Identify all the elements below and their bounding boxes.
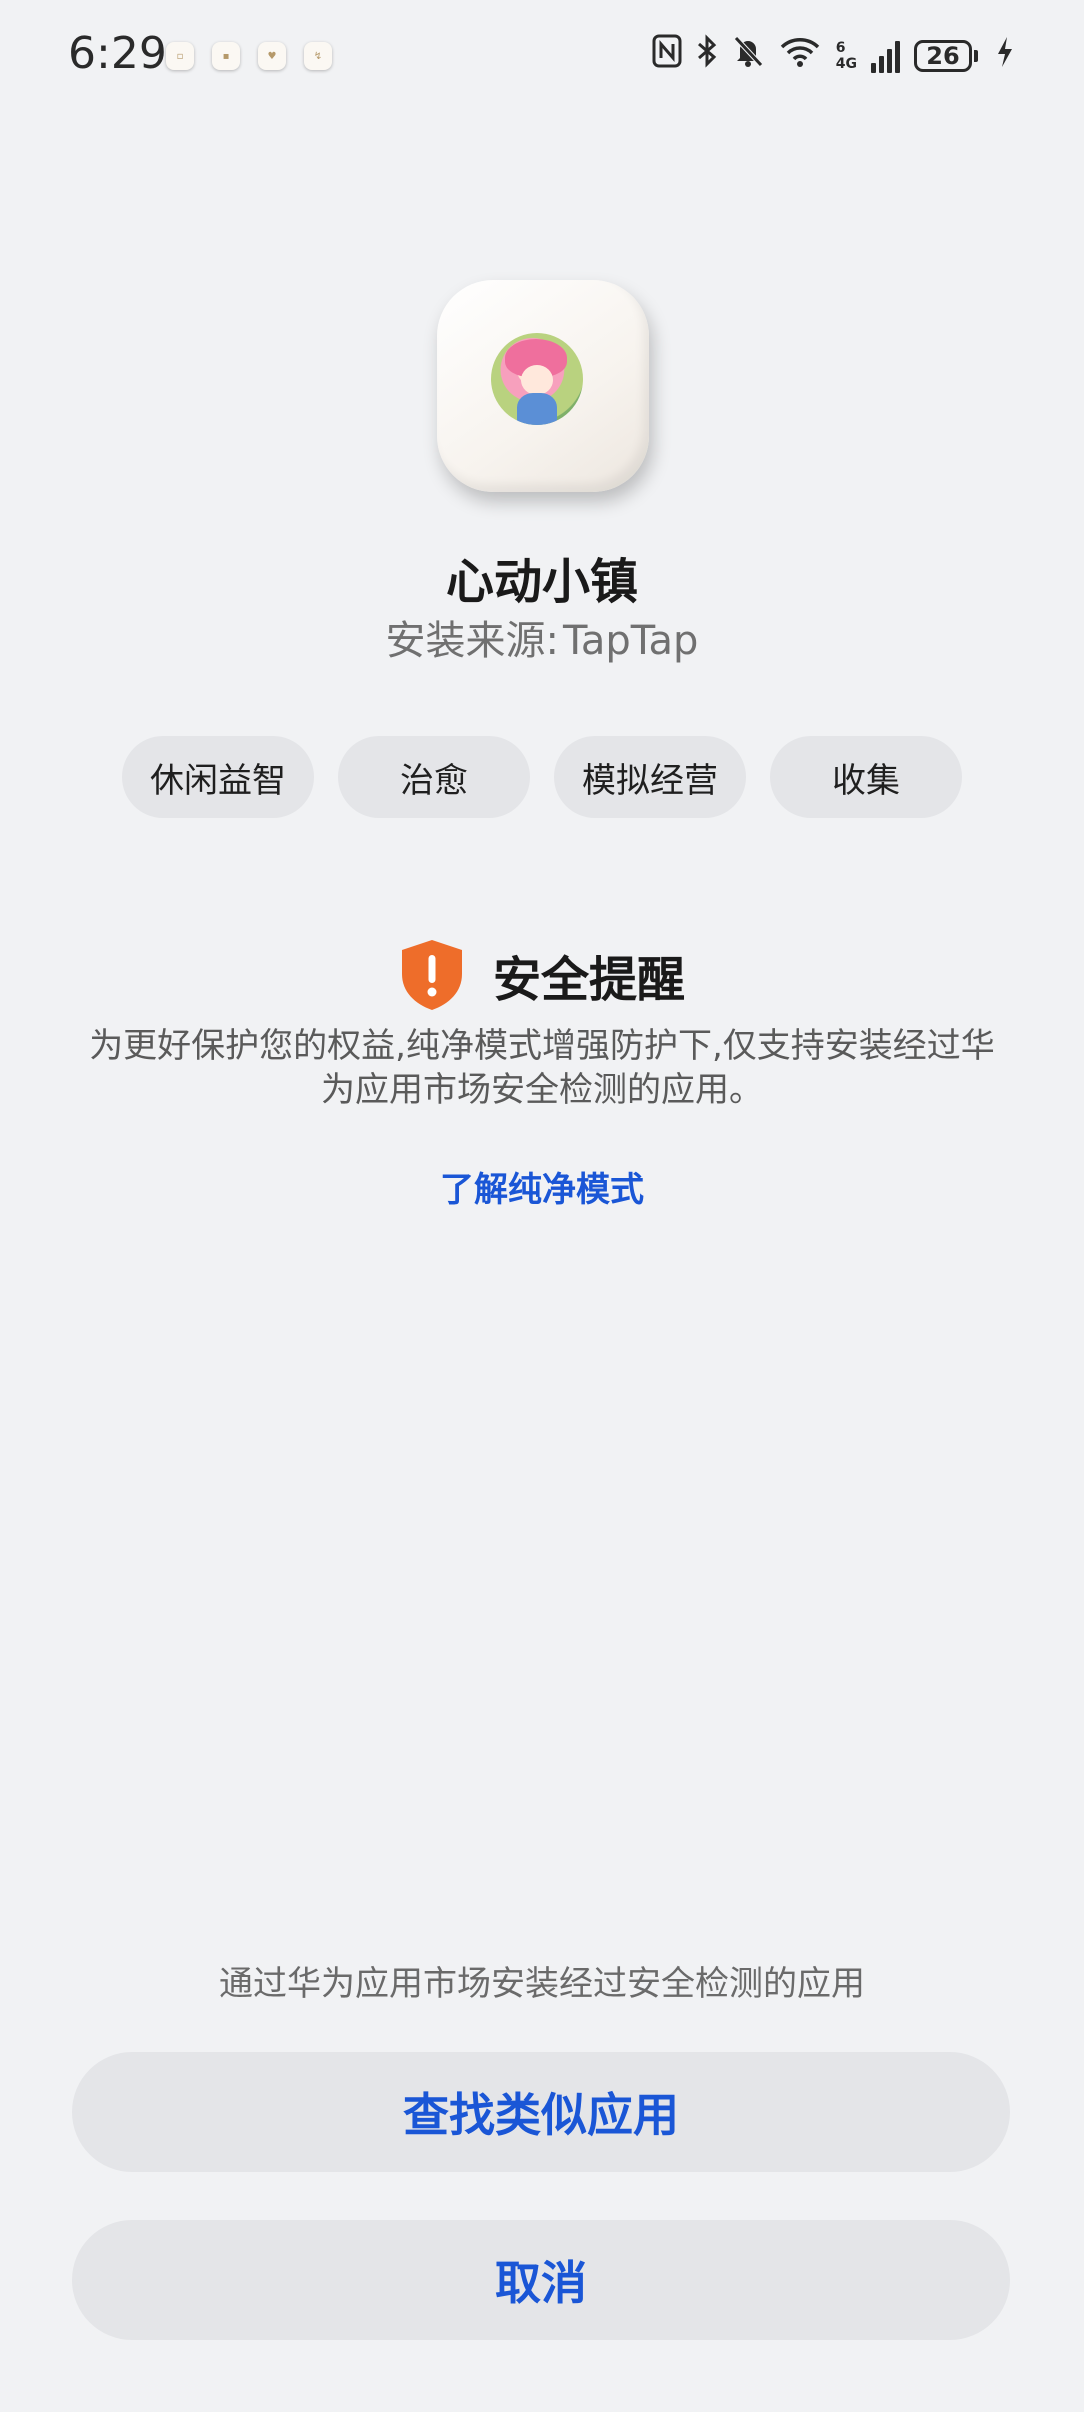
app-tags: 休闲益智 治愈 模拟经营 收集 — [122, 736, 962, 818]
battery-tip — [974, 49, 978, 62]
notification-icons: ▫ ▪ ♥ ↯ — [166, 42, 332, 70]
status-indicators: 6 4G 26 — [652, 34, 1014, 77]
app-avatar-image — [491, 333, 583, 425]
status-time: 6:29 — [68, 28, 167, 79]
learn-pure-mode-link[interactable]: 了解纯净模式 — [0, 1162, 1084, 1211]
battery-level: 26 — [914, 39, 972, 72]
network-type-indicator: 6 4G — [836, 40, 857, 72]
app-notification-icon: ▫ — [166, 42, 194, 70]
shield-warning-icon — [401, 940, 462, 1010]
app-icon — [437, 280, 649, 492]
find-similar-apps-button[interactable]: 查找类似应用 — [72, 2052, 1010, 2172]
app-notification-icon: ♥ — [258, 42, 286, 70]
security-reminder-header: 安全提醒 — [0, 938, 1084, 1012]
network-generation-label: 6 — [835, 39, 846, 56]
app-tag: 治愈 — [338, 736, 530, 818]
install-hint: 通过华为应用市场安装经过安全检测的应用 — [219, 1964, 865, 2004]
network-type-label: 4G — [835, 55, 857, 72]
security-description: 为更好保护您的权益,纯净模式增强防护下,仅支持安装经过华为应用市场安全检测的应用… — [89, 1026, 995, 1110]
app-notification-icon: ▪ — [212, 42, 240, 70]
app-tag: 模拟经营 — [554, 736, 746, 818]
cancel-button[interactable]: 取消 — [72, 2220, 1010, 2340]
install-source: 安装来源: TapTap — [0, 608, 1084, 666]
app-tag: 休闲益智 — [122, 736, 314, 818]
app-tag: 收集 — [770, 736, 962, 818]
wifi-icon — [778, 34, 822, 77]
security-title: 安全提醒 — [492, 952, 685, 1008]
signal-strength-icon — [871, 39, 900, 73]
bluetooth-icon — [696, 34, 718, 77]
battery-indicator: 26 — [914, 39, 978, 72]
app-name: 心动小镇 — [445, 554, 638, 610]
charging-bolt-icon — [996, 36, 1014, 76]
app-notification-icon: ↯ — [304, 42, 332, 70]
mute-bell-icon — [732, 34, 764, 77]
install-source-label: 安装来源: — [385, 618, 560, 664]
nfc-icon — [652, 34, 682, 77]
install-blocked-screen: 6:29 ▫ ▪ ♥ ↯ 6 4G 26 心动小镇 安装来源: TapTap 休… — [0, 0, 1084, 2412]
install-source-value: TapTap — [563, 618, 699, 664]
